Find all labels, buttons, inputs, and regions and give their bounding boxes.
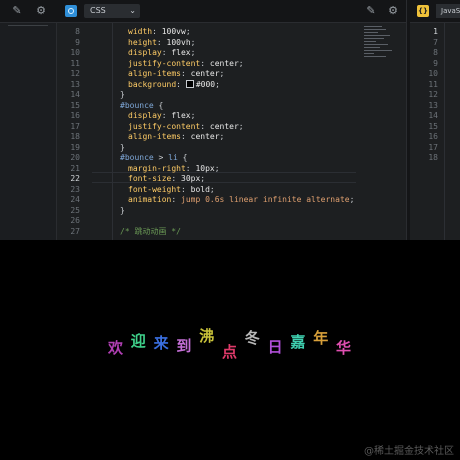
- line-number: 15: [70, 100, 80, 110]
- chevron-down-icon: ⌄: [129, 6, 136, 15]
- js-line-number: 12: [428, 90, 438, 99]
- line-number: 21: [70, 163, 80, 173]
- language-select[interactable]: CSS ⌄: [84, 4, 140, 18]
- watermark: @稀土掘金技术社区: [364, 446, 454, 457]
- code-line: align-items: center;: [128, 132, 225, 141]
- tab-javascript-label: JavaS: [441, 7, 460, 15]
- js-line-number: 10: [428, 69, 438, 78]
- code-editor: ✎ ⚙ CSS ⌄ ✎ ⚙ {} JavaS 8 9 10 11 12 13 14 15 16 1…: [0, 0, 460, 240]
- line-number: 13: [70, 79, 80, 89]
- js-line-number: 9: [433, 58, 438, 68]
- line-number: 25: [70, 205, 80, 215]
- bounce-letter: 点: [222, 343, 238, 361]
- html-pane[interactable]: [0, 23, 57, 240]
- bounce-letter: 嘉: [290, 333, 306, 351]
- line-number: 26: [70, 216, 80, 225]
- code-line: }: [120, 142, 125, 152]
- line-number: 20: [70, 153, 80, 162]
- line-number: 16: [70, 111, 80, 120]
- js-line-number: 13: [428, 100, 438, 110]
- js-line-number: 8: [433, 48, 438, 57]
- bounce-letter: 年: [313, 329, 329, 347]
- link-icon[interactable]: ✎: [10, 4, 24, 18]
- line-number: 19: [70, 142, 80, 152]
- code-line: display: flex;: [128, 111, 196, 120]
- bounce-letter: 来: [153, 334, 169, 352]
- bounce-text: 欢迎来到沸点冬日嘉年华: [0, 240, 460, 460]
- code-line: /* 跳动动画 */: [120, 226, 181, 236]
- gear-icon[interactable]: ⚙: [34, 4, 48, 18]
- js-line-number: 18: [428, 153, 438, 162]
- code-line: background: #000;: [128, 79, 220, 89]
- js-line-number: 11: [428, 79, 438, 89]
- css-file-icon: [65, 5, 77, 17]
- js-code-area[interactable]: [444, 23, 460, 240]
- bounce-letter: 沸: [199, 327, 215, 345]
- line-number: 17: [70, 121, 80, 131]
- code-line: }: [120, 205, 125, 215]
- code-line: font-size: 30px;: [128, 174, 206, 183]
- bounce-letter: 到: [176, 337, 192, 355]
- js-file-icon: {}: [417, 5, 429, 17]
- code-line: align-items: center;: [128, 69, 225, 78]
- minimap[interactable]: [364, 26, 400, 66]
- code-line: height: 100vh;: [128, 37, 196, 47]
- line-number: 11: [70, 58, 80, 68]
- js-line-number: 16: [428, 132, 438, 141]
- code-line: display: flex;: [128, 48, 196, 57]
- bounce-letter: 华: [336, 339, 352, 357]
- js-line-number: 1: [433, 27, 438, 36]
- language-select-label: CSS: [90, 6, 106, 15]
- line-number: 22: [70, 174, 80, 183]
- tab-javascript[interactable]: JavaS: [436, 4, 460, 18]
- link-icon-right[interactable]: ✎: [364, 4, 378, 18]
- line-number: 9: [75, 37, 80, 47]
- line-number-gutter: 8 9 10 11 12 13 14 15 16 17 18 19 20 21 22 23 24 25 26 27: [56, 23, 92, 240]
- code-line: font-weight: bold;: [128, 184, 215, 194]
- line-number: 27: [70, 226, 80, 236]
- code-line: #bounce > li {: [120, 153, 188, 162]
- code-line: justify-content: center;: [128, 58, 244, 68]
- gear-icon-right[interactable]: ⚙: [386, 4, 400, 18]
- code-line: justify-content: center;: [128, 121, 244, 131]
- code-line: margin-right: 10px;: [128, 163, 220, 173]
- preview-pane: 欢迎来到沸点冬日嘉年华 @稀土掘金技术社区: [0, 240, 460, 460]
- line-number: 18: [70, 132, 80, 141]
- js-line-number: 17: [428, 142, 438, 152]
- js-line-number: 15: [428, 121, 438, 131]
- code-line: #bounce {: [120, 100, 164, 110]
- js-line-number-gutter: 1 7 8 9 10 11 12 13 14 15 16 17 18: [410, 23, 440, 240]
- js-line-number: 14: [428, 111, 438, 120]
- bounce-letter: 冬: [244, 329, 260, 347]
- line-number: 23: [70, 184, 80, 194]
- line-number: 24: [70, 195, 80, 204]
- line-number: 10: [70, 48, 80, 57]
- css-code-area[interactable]: width: 100vw; height: 100vh; display: flex…: [96, 23, 355, 240]
- html-pane-minimap: [8, 25, 48, 26]
- code-line: }: [120, 90, 125, 99]
- editor-toolbar: ✎ ⚙ CSS ⌄ ✎ ⚙ {} JavaS: [0, 0, 460, 23]
- code-line: animation: jump 0.6s linear infinite alt…: [128, 195, 355, 204]
- js-line-number: 7: [433, 37, 438, 47]
- line-number: 12: [70, 69, 80, 78]
- bounce-letter: 欢: [108, 339, 124, 357]
- line-number: 14: [70, 90, 80, 99]
- code-line: width: 100vw;: [128, 27, 191, 36]
- bounce-letter: 迎: [130, 332, 146, 350]
- line-number: 8: [75, 27, 80, 36]
- bounce-letter: 日: [267, 338, 283, 356]
